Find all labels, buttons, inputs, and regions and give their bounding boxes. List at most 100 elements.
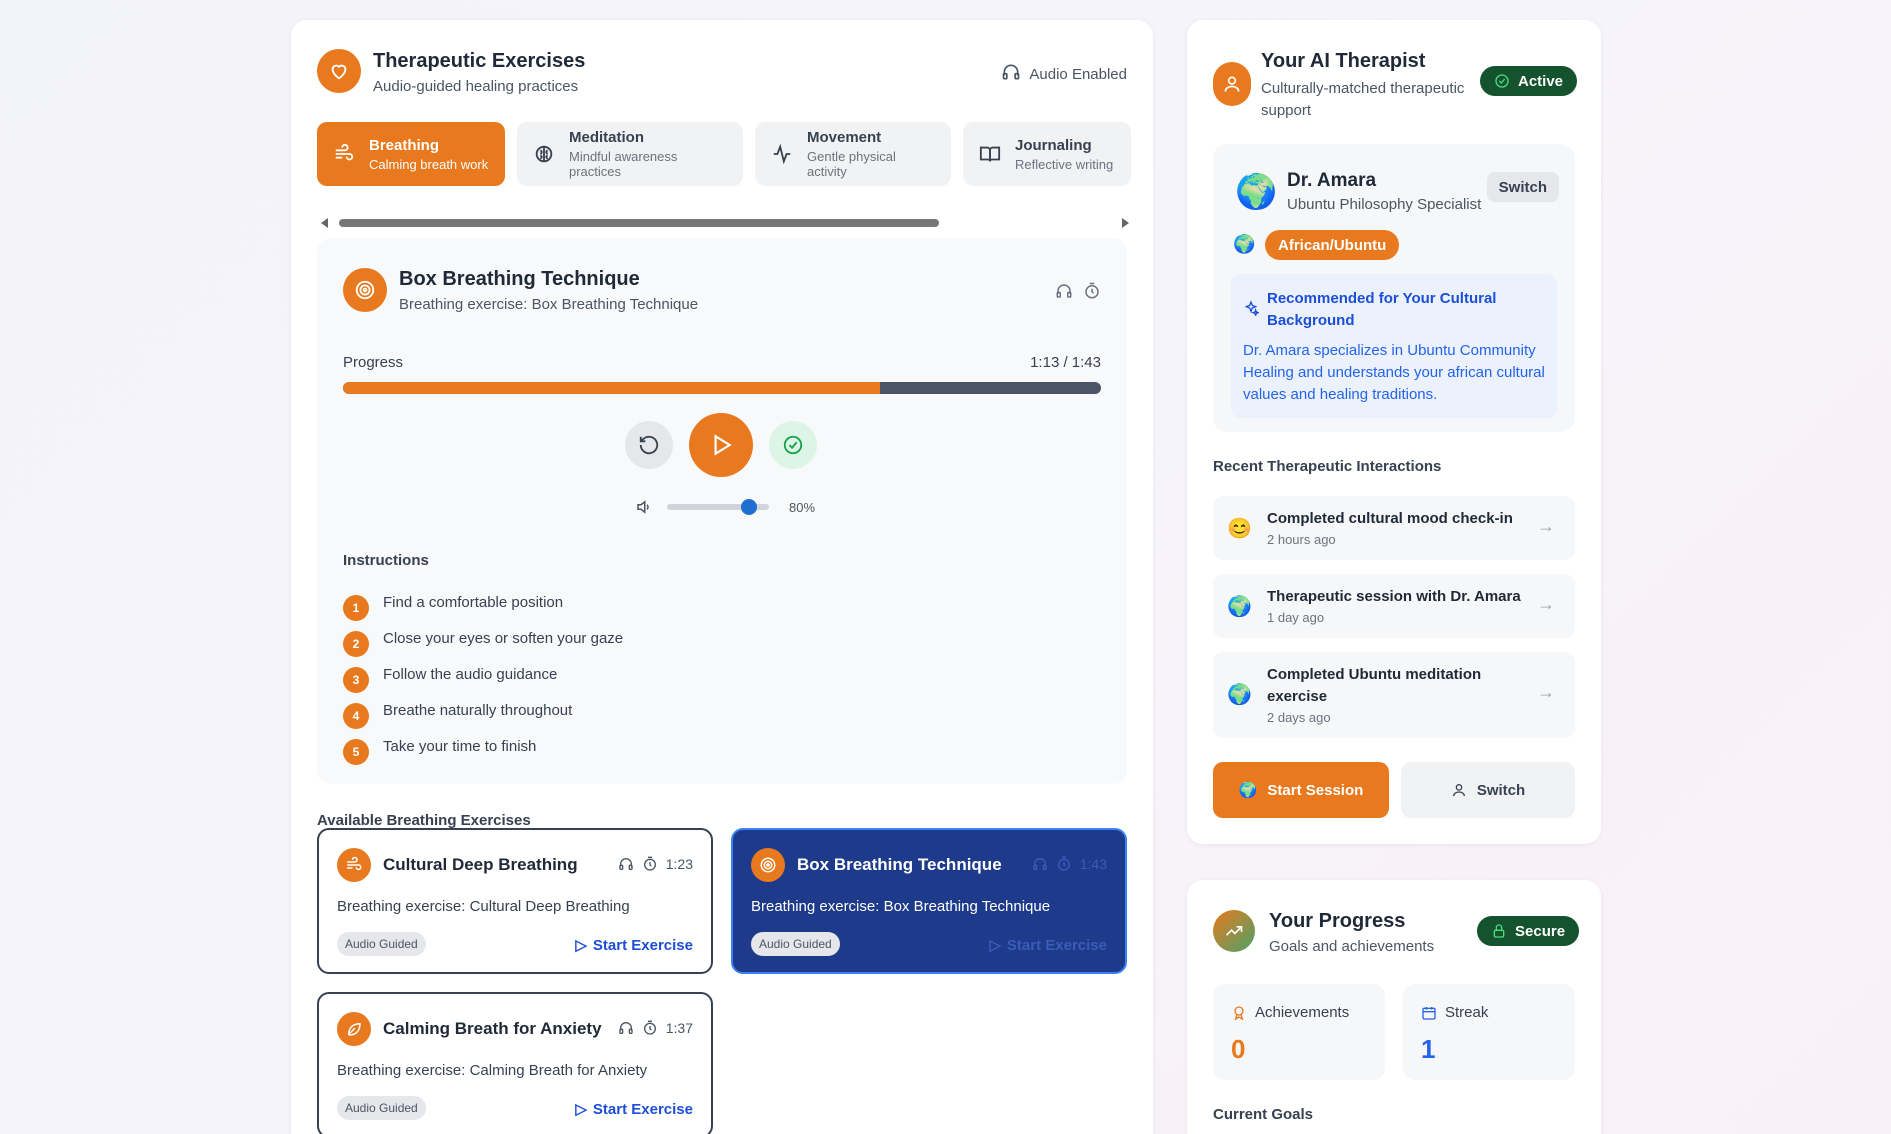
exercise-description: Breathing exercise: Calming Breath for A… bbox=[337, 1062, 648, 1079]
start-exercise-button[interactable]: ▷ Start Exercise bbox=[575, 1100, 693, 1119]
interaction-title: Therapeutic session with Dr. Amara bbox=[1267, 588, 1521, 605]
tab-label: Meditation bbox=[569, 129, 644, 146]
audio-guided-chip: Audio Guided bbox=[337, 932, 426, 956]
exercise-card[interactable]: Cultural Deep Breathing 1:23 Breathing e… bbox=[317, 828, 713, 974]
arrow-right-icon: → bbox=[1537, 682, 1555, 702]
globe-icon: 🌍 bbox=[1227, 596, 1252, 618]
recommendation-body: Dr. Amara specializes in Ubuntu Communit… bbox=[1243, 342, 1545, 403]
exercise-player: Box Breathing Technique Breathing exerci… bbox=[317, 238, 1127, 784]
interaction-item[interactable]: 🌍 Completed Ubuntu meditation exercise 2… bbox=[1213, 652, 1575, 738]
tab-sub: Reflective writing bbox=[1015, 156, 1114, 172]
therapist-name: Dr. Amara bbox=[1287, 170, 1377, 191]
tab-movement[interactable]: Movement Gentle physical activity bbox=[755, 122, 951, 186]
instruction-item: 1 Find a comfortable position bbox=[343, 586, 623, 622]
rotate-ccw-icon bbox=[639, 435, 659, 455]
globe-icon: 🌍 bbox=[1233, 234, 1256, 254]
tab-sub: Mindful awareness practices bbox=[569, 149, 678, 179]
streak-value: 1 bbox=[1421, 1034, 1436, 1064]
start-exercise-label: Start Exercise bbox=[592, 1100, 693, 1118]
exercise-duration: 1:37 bbox=[665, 1020, 693, 1036]
exercise-title: Cultural Deep Breathing bbox=[383, 855, 578, 874]
exercise-card[interactable]: Calming Breath for Anxiety 1:37 Breathin… bbox=[317, 992, 713, 1134]
tab-meditation[interactable]: Meditation Mindful awareness practices bbox=[517, 122, 743, 186]
start-exercise-label: Start Exercise bbox=[592, 936, 693, 954]
tab-label: Breathing bbox=[369, 136, 440, 154]
scroll-right-arrow[interactable] bbox=[1122, 218, 1129, 228]
tabs-scrollbar[interactable] bbox=[321, 216, 1129, 230]
interaction-time: 1 day ago bbox=[1267, 610, 1325, 625]
arrow-right-icon: → bbox=[1537, 594, 1555, 614]
calendar-icon bbox=[1422, 1006, 1436, 1020]
status-label: Active bbox=[1518, 72, 1564, 90]
complete-button[interactable] bbox=[769, 421, 817, 469]
start-exercise-button[interactable]: ▷ Start Exercise bbox=[575, 936, 693, 955]
progress-time: 1:13 / 1:43 bbox=[1030, 354, 1101, 371]
play-icon: ▷ bbox=[575, 937, 587, 954]
player-badges bbox=[1055, 282, 1101, 300]
therapist-profile: 🌍 Dr. Amara Ubuntu Philosophy Specialist… bbox=[1213, 144, 1575, 432]
start-exercise-label: Start Exercise bbox=[1006, 936, 1107, 954]
headphones-icon bbox=[1001, 62, 1021, 86]
interaction-title: Completed Ubuntu meditation exercise bbox=[1267, 666, 1482, 705]
activity-icon bbox=[773, 143, 791, 165]
tab-label: Movement bbox=[807, 129, 882, 146]
sparkles-icon bbox=[1243, 300, 1261, 321]
ai-therapist-panel: Your AI Therapist Culturally-matched the… bbox=[1187, 20, 1601, 844]
achievements-label: Achievements bbox=[1255, 1004, 1350, 1021]
interaction-item[interactable]: 😊 Completed cultural mood check-in 2 hou… bbox=[1213, 496, 1575, 560]
interaction-item[interactable]: 🌍 Therapeutic session with Dr. Amara 1 d… bbox=[1213, 574, 1575, 638]
therapist-specialty: Ubuntu Philosophy Specialist bbox=[1287, 196, 1482, 213]
therapeutic-exercises-panel: Therapeutic Exercises Audio-guided heali… bbox=[291, 20, 1153, 1134]
tab-journaling[interactable]: Journaling Reflective writing bbox=[963, 122, 1131, 186]
step-number: 2 bbox=[343, 631, 369, 657]
check-circle-icon bbox=[1495, 74, 1509, 88]
start-session-button[interactable]: 🌍 Start Session bbox=[1213, 762, 1389, 818]
globe-icon: 🌍 bbox=[1235, 173, 1278, 211]
restart-button[interactable] bbox=[625, 421, 673, 469]
exercise-duration: 1:23 bbox=[665, 856, 693, 872]
play-icon bbox=[714, 434, 732, 456]
audio-status[interactable]: Audio Enabled bbox=[1001, 62, 1127, 86]
progress-bar-fill bbox=[343, 382, 881, 394]
exercise-card-selected[interactable]: Box Breathing Technique 1:43 Breathing e… bbox=[731, 828, 1127, 974]
award-icon bbox=[1234, 1005, 1244, 1020]
exercise-meta: 1:43 bbox=[1032, 856, 1107, 872]
panel-title: Therapeutic Exercises bbox=[373, 50, 586, 72]
switch-button[interactable]: Switch bbox=[1401, 762, 1575, 818]
player-subtitle: Breathing exercise: Box Breathing Techni… bbox=[399, 296, 699, 313]
user-icon bbox=[1452, 784, 1465, 797]
switch-therapist-button[interactable]: Switch bbox=[1486, 172, 1559, 202]
interaction-time: 2 days ago bbox=[1267, 710, 1331, 725]
instruction-item: 4 Breathe naturally throughout bbox=[343, 694, 623, 730]
volume-icon[interactable] bbox=[635, 498, 653, 521]
tab-breathing[interactable]: Breathing Calming breath work bbox=[317, 122, 505, 186]
tab-label: Journaling bbox=[1015, 136, 1092, 154]
start-exercise-button[interactable]: ▷ Start Exercise bbox=[989, 936, 1107, 955]
status-badge: Active bbox=[1480, 66, 1578, 96]
play-button[interactable] bbox=[689, 413, 753, 477]
progress-title: Your Progress bbox=[1269, 910, 1406, 932]
progress-bar[interactable] bbox=[343, 382, 1101, 394]
exercise-meta: 1:23 bbox=[618, 856, 693, 872]
current-goals-title: Current Goals bbox=[1213, 1106, 1314, 1123]
step-number: 4 bbox=[343, 703, 369, 729]
progress-label: Progress bbox=[343, 354, 404, 371]
tab-sub: Gentle physical activity bbox=[807, 149, 896, 179]
check-circle-icon bbox=[783, 435, 803, 455]
volume-slider[interactable] bbox=[667, 499, 769, 515]
heart-icon bbox=[317, 49, 361, 93]
volume-slider-thumb[interactable] bbox=[740, 499, 757, 515]
instruction-item: 5 Take your time to finish bbox=[343, 730, 623, 766]
secure-label: Secure bbox=[1515, 922, 1566, 940]
secure-badge: Secure bbox=[1477, 916, 1580, 946]
timer-icon bbox=[643, 1020, 656, 1035]
timer-icon bbox=[643, 856, 656, 871]
step-text: Breathe naturally throughout bbox=[383, 701, 573, 719]
exercise-tabs: Breathing Calming breath work Meditation M… bbox=[317, 122, 1131, 186]
streak-label: Streak bbox=[1445, 1004, 1489, 1021]
scroll-thumb[interactable] bbox=[339, 219, 939, 227]
scroll-left-arrow[interactable] bbox=[321, 218, 328, 228]
interaction-time: 2 hours ago bbox=[1267, 532, 1336, 547]
play-icon: ▷ bbox=[575, 1101, 587, 1118]
target-icon bbox=[751, 848, 785, 882]
